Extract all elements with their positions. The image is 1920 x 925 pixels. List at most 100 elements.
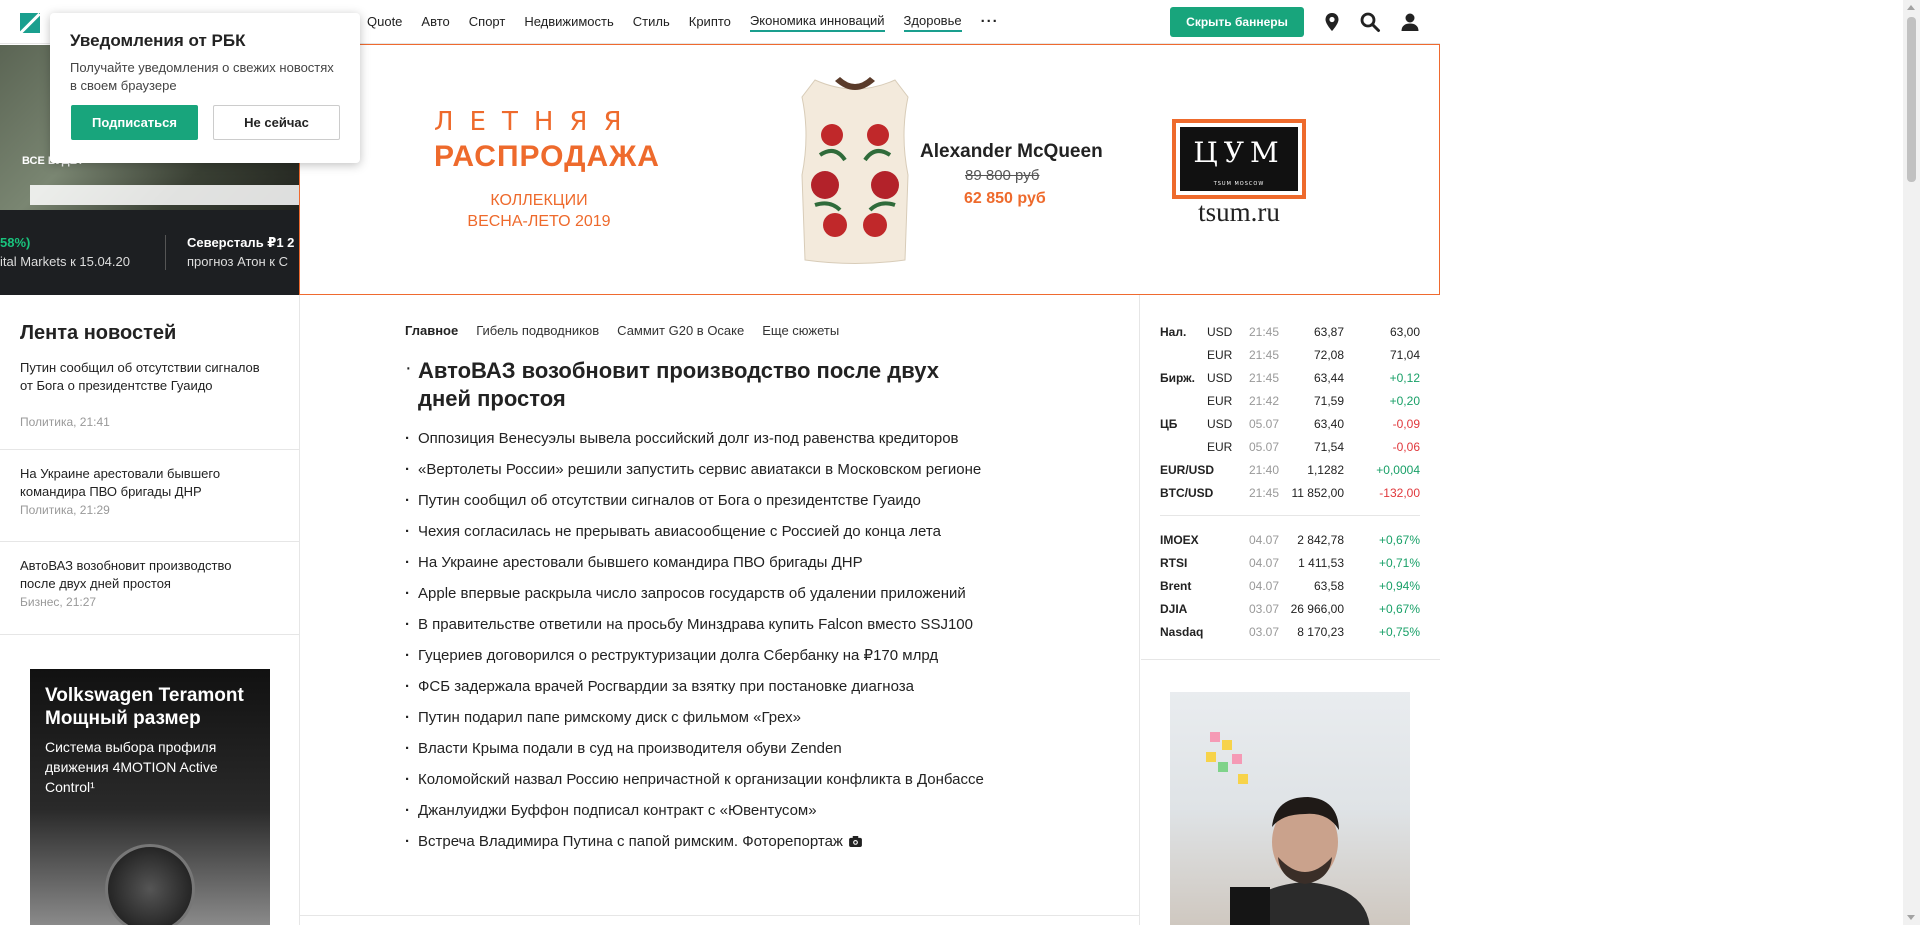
headline-text[interactable]: Коломойский назвал Россию непричастной к… [418, 771, 984, 788]
nav-link[interactable]: Авто [421, 14, 449, 31]
quote-row[interactable]: BTC/USD 21:45 11 852,00 -132,00 [1160, 486, 1420, 506]
headline-item[interactable]: В правительстве ответили на просьбу Минз… [405, 615, 1045, 634]
nav-link[interactable]: Крипто [689, 14, 731, 31]
more-menu-icon[interactable]: ··· [981, 14, 999, 31]
headline-item[interactable]: Джанлуиджи Буффон подписал контракт с «Ю… [405, 801, 1045, 820]
headline-item[interactable]: ФСБ задержала врачей Росгвардии за взятк… [405, 677, 1045, 696]
nav-link[interactable]: Недвижимость [524, 14, 613, 31]
feed-item-title[interactable]: Путин сообщил об отсутствии сигналов от … [20, 359, 260, 395]
quote-currency: EUR [1207, 440, 1233, 454]
headline-text[interactable]: Джанлуиджи Буффон подписал контракт с «Ю… [418, 802, 817, 819]
ticker-value[interactable]: 58%) [0, 235, 30, 250]
ticker-subtitle[interactable]: ital Markets к 15.04.20 [0, 254, 130, 269]
headline-text[interactable]: На Украине арестовали бывшего командира … [418, 554, 863, 571]
headline-text[interactable]: Власти Крыма подали в суд на производите… [418, 740, 842, 757]
headline-text[interactable]: Встреча Владимира Путина с папой римским… [418, 833, 843, 850]
tsum-logo-text: ЦУМ [1193, 136, 1285, 169]
scroll-up-arrow-icon[interactable] [1907, 5, 1915, 10]
headline-text[interactable]: Оппозиция Венесуэлы вывела российский до… [418, 430, 959, 447]
story-tab[interactable]: Саммит G20 в Осаке [617, 323, 744, 338]
quote-row[interactable]: Нал. USD 21:45 63,87 63,00 [1160, 325, 1420, 345]
story-tab[interactable]: Гибель подводников [476, 323, 599, 338]
quote-time: 05.07 [1249, 417, 1280, 431]
quote-row[interactable]: Бирж. USD 21:45 63,44 +0,12 [1160, 371, 1420, 391]
search-icon[interactable] [1359, 11, 1381, 33]
vertical-scrollbar[interactable] [1903, 0, 1920, 925]
feed-item-title[interactable]: АвтоВАЗ возобновит производство после дв… [20, 557, 260, 593]
quote-row[interactable]: DJIA 03.07 26 966,00 +0,67% [1160, 602, 1420, 622]
headline-text[interactable]: Путин сообщил об отсутствии сигналов от … [418, 492, 921, 509]
headline-item[interactable]: Чехия согласилась не прерывать авиасообщ… [405, 522, 1045, 541]
nav-link[interactable]: Стиль [633, 14, 670, 31]
volkswagen-ad[interactable]: Volkswagen Teramont Мощный размер Систем… [30, 669, 270, 925]
quote-row[interactable]: Nasdaq 03.07 8 170,23 +0,75% [1160, 625, 1420, 645]
quote-label: Бирж. [1160, 371, 1196, 385]
story-tab[interactable]: Главное [405, 323, 458, 338]
product-brand: Alexander McQueen [920, 141, 1103, 162]
scrollbar-thumb[interactable] [1907, 17, 1916, 182]
quote-change: -0,09 [1392, 417, 1420, 431]
quote-row[interactable]: EUR 21:42 71,59 +0,20 [1160, 394, 1420, 414]
headline-text[interactable]: Путин подарил папе римскому диск с фильм… [418, 709, 801, 726]
nav-link[interactable]: Здоровье [903, 13, 962, 32]
headline-item[interactable]: Оппозиция Венесуэлы вывела российский до… [405, 429, 1045, 448]
sticky-note [1232, 754, 1242, 764]
headline-item[interactable]: Коломойский назвал Россию непричастной к… [405, 770, 1045, 789]
not-now-button[interactable]: Не сейчас [213, 105, 340, 140]
vw-ad-headline-line: Мощный размер [45, 708, 201, 729]
feed-item-title[interactable]: На Украине арестовали бывшего командира … [20, 465, 260, 501]
presenter-image [1230, 797, 1370, 925]
feed-item[interactable]: Путин сообщил об отсутствии сигналов от … [0, 359, 299, 450]
headline-item[interactable]: Гуцериев договорился о реструктуризации … [405, 646, 1045, 665]
video-ad[interactable] [1170, 692, 1410, 925]
headline-item[interactable]: «Вертолеты России» решили запустить серв… [405, 460, 1045, 479]
notification-popup: Уведомления от РБК Получайте уведомления… [50, 13, 360, 163]
headline-item[interactable]: Путин сообщил об отсутствии сигналов от … [405, 491, 1045, 510]
scroll-down-arrow-icon[interactable] [1907, 915, 1915, 920]
headline-text[interactable]: ФСБ задержала врачей Росгвардии за взятк… [418, 678, 914, 695]
user-icon[interactable] [1399, 11, 1421, 33]
ticker-value[interactable]: Северсталь ₽1 2 [187, 235, 294, 251]
headline-item[interactable]: Apple впервые раскрыла число запросов го… [405, 584, 1045, 603]
quote-change: +0,67% [1378, 602, 1420, 616]
headline-text[interactable]: Гуцериев договорился о реструктуризации … [418, 647, 938, 664]
headline-text[interactable]: Чехия согласилась не прерывать авиасообщ… [418, 523, 941, 540]
headline-item[interactable]: Путин подарил папе римскому диск с фильм… [405, 708, 1045, 727]
quote-row[interactable]: ЦБ USD 05.07 63,40 -0,09 [1160, 417, 1420, 437]
quote-row[interactable]: IMOEX 04.07 2 842,78 +0,67% [1160, 533, 1420, 553]
hide-banners-button[interactable]: Скрыть баннеры [1170, 7, 1304, 37]
feed-item[interactable]: На Украине арестовали бывшего командира … [0, 450, 299, 542]
main-headline-text[interactable]: АвтоВАЗ возобновит производство после дв… [418, 357, 978, 413]
quote-row[interactable]: EUR 21:45 72,08 71,04 [1160, 348, 1420, 368]
main-column: Главное Гибель подводников Саммит G20 в Ос… [300, 295, 1140, 925]
rbc-logo[interactable] [20, 13, 40, 33]
nav-link[interactable]: Quote [367, 14, 402, 31]
banner-line-summer: ЛЕТНЯЯ [434, 107, 638, 137]
subscribe-button[interactable]: Подписаться [71, 105, 198, 140]
headline-text[interactable]: «Вертолеты России» решили запустить серв… [418, 461, 981, 478]
quote-value: 2 842,78 [1297, 533, 1344, 547]
tsum-ad-banner[interactable]: ЛЕТНЯЯ РАСПРОДАЖА КОЛЛЕКЦИИ ВЕСНА-ЛЕТО 2… [299, 44, 1440, 295]
quote-value: 63,40 [1313, 417, 1344, 431]
feed-item[interactable]: АвтоВАЗ возобновит производство после дв… [0, 542, 299, 635]
headline-item[interactable]: Встреча Владимира Путина с папой римским… [405, 832, 1045, 851]
quote-row[interactable]: EUR/USD 21:40 1,1282 +0,0004 [1160, 463, 1420, 483]
quote-change: +0,94% [1378, 579, 1420, 593]
quote-currency: EUR [1207, 394, 1233, 408]
quote-value: 8 170,23 [1297, 625, 1344, 639]
location-pin-icon[interactable] [1321, 11, 1343, 33]
headline-text[interactable]: Apple впервые раскрыла число запросов го… [418, 585, 966, 602]
ticker-subtitle[interactable]: прогноз Атон к С [187, 254, 288, 269]
story-tab[interactable]: Еще сюжеты [762, 323, 839, 338]
quote-row[interactable]: Brent 04.07 63,58 +0,94% [1160, 579, 1420, 599]
divider [300, 915, 1140, 916]
quote-row[interactable]: EUR 05.07 71,54 -0,06 [1160, 440, 1420, 460]
headline-item[interactable]: Власти Крыма подали в суд на производите… [405, 739, 1045, 758]
nav-link[interactable]: Спорт [469, 14, 506, 31]
news-feed: Лента новостей Путин сообщил об отсутств… [0, 295, 300, 635]
nav-link[interactable]: Экономика инноваций [749, 13, 885, 32]
headline-text[interactable]: В правительстве ответили на просьбу Минз… [418, 616, 973, 633]
quote-row[interactable]: RTSI 04.07 1 411,53 +0,71% [1160, 556, 1420, 576]
sticky-note [1222, 740, 1232, 750]
headline-item[interactable]: На Украине арестовали бывшего командира … [405, 553, 1045, 572]
